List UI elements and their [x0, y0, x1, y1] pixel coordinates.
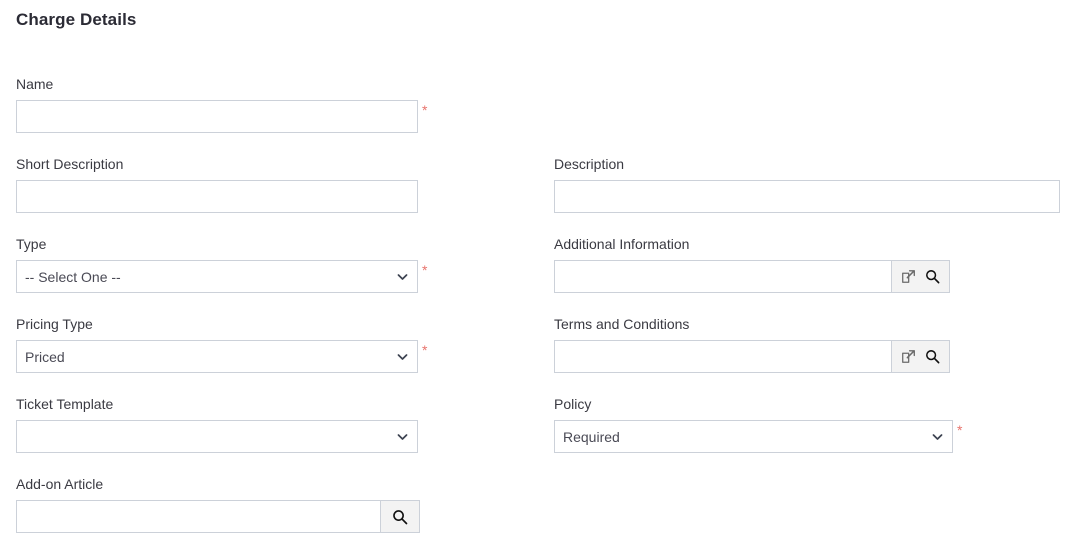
label-type: Type [16, 236, 47, 252]
required-marker-pricing-type: * [422, 342, 428, 358]
description-control [554, 180, 1060, 213]
type-control: -- Select One -- * [16, 260, 427, 293]
type-select[interactable]: -- Select One -- [16, 260, 418, 293]
search-icon[interactable] [924, 268, 941, 285]
additional-information-buttons[interactable] [892, 260, 950, 293]
description-input[interactable] [554, 180, 1060, 213]
policy-select-wrap: Required [554, 420, 953, 453]
label-pricing-type: Pricing Type [16, 316, 93, 332]
label-ticket-template: Ticket Template [16, 396, 114, 412]
ticket-template-control [16, 420, 418, 453]
field-policy: Policy Required * [554, 396, 962, 453]
short-description-control [16, 180, 418, 213]
label-terms-and-conditions: Terms and Conditions [554, 316, 690, 332]
field-addon-article: Add-on Article [16, 476, 420, 533]
addon-article-control [16, 500, 420, 533]
terms-and-conditions-buttons[interactable] [892, 340, 950, 373]
page-title: Charge Details [16, 10, 137, 29]
addon-article-input[interactable] [16, 500, 381, 533]
terms-and-conditions-control [554, 340, 950, 373]
terms-and-conditions-input[interactable] [554, 340, 892, 373]
short-description-input[interactable] [16, 180, 418, 213]
name-control: * [16, 100, 427, 133]
label-name: Name [16, 76, 54, 92]
search-icon[interactable] [924, 348, 941, 365]
field-short-description: Short Description [16, 156, 418, 213]
label-policy: Policy [554, 396, 592, 412]
field-pricing-type: Pricing Type Priced * [16, 316, 427, 373]
charge-details-form: Charge Details Name * Short Description … [0, 0, 1076, 556]
external-link-icon[interactable] [900, 268, 917, 285]
additional-information-input[interactable] [554, 260, 892, 293]
required-marker-name: * [422, 102, 428, 118]
pricing-type-select[interactable]: Priced [16, 340, 418, 373]
additional-information-control [554, 260, 950, 293]
field-terms-and-conditions: Terms and Conditions [554, 316, 950, 373]
required-marker-type: * [422, 262, 428, 278]
search-icon[interactable] [391, 508, 409, 526]
pricing-type-control: Priced * [16, 340, 427, 373]
policy-control: Required * [554, 420, 962, 453]
label-short-description: Short Description [16, 156, 124, 172]
ticket-template-select[interactable] [16, 420, 418, 453]
field-additional-information: Additional Information [554, 236, 950, 293]
pricing-type-select-wrap: Priced [16, 340, 418, 373]
field-type: Type -- Select One -- * [16, 236, 427, 293]
required-marker-policy: * [957, 422, 963, 438]
type-select-wrap: -- Select One -- [16, 260, 418, 293]
label-additional-information: Additional Information [554, 236, 690, 252]
name-input[interactable] [16, 100, 418, 133]
label-description: Description [554, 156, 625, 172]
addon-article-search-button[interactable] [381, 500, 420, 533]
field-ticket-template: Ticket Template [16, 396, 418, 453]
label-addon-article: Add-on Article [16, 476, 104, 492]
field-name: Name * [16, 76, 427, 133]
policy-select[interactable]: Required [554, 420, 953, 453]
external-link-icon[interactable] [900, 348, 917, 365]
ticket-template-select-wrap [16, 420, 418, 453]
field-description: Description [554, 156, 1060, 213]
